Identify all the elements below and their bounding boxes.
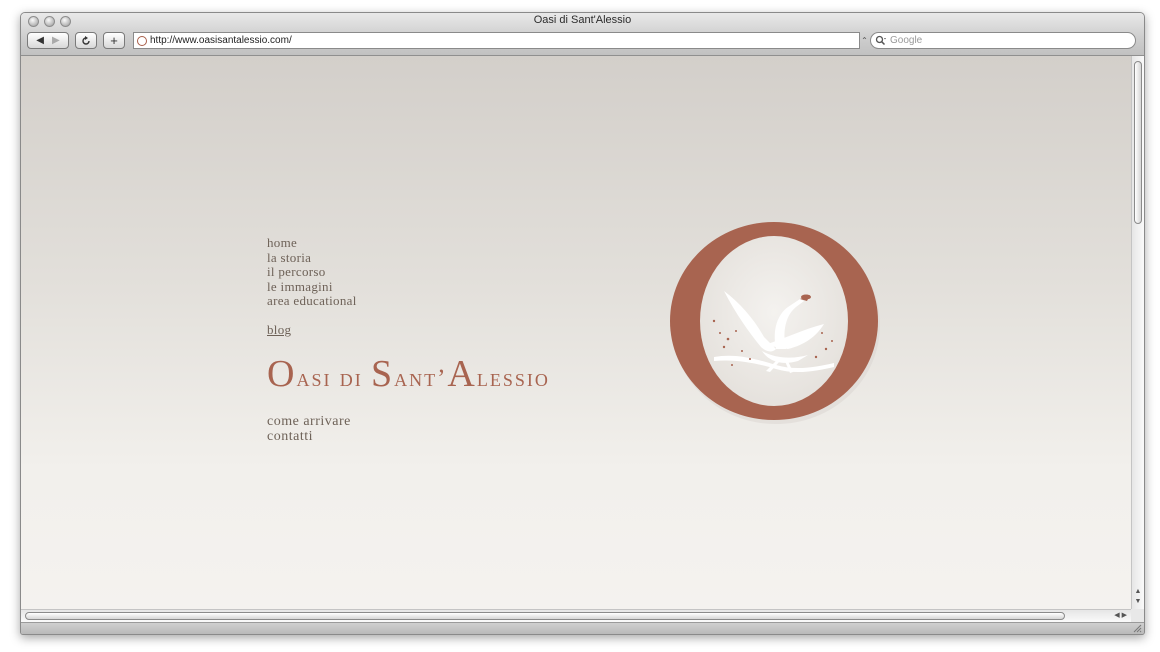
plus-icon: + xyxy=(110,33,118,48)
site-title: Oasi di Sant’Alessio xyxy=(267,352,550,396)
scroll-up-icon[interactable]: ▲ xyxy=(1132,587,1144,597)
title-bar: Oasi di Sant'Alessio ◀ ▶ + http://www.oa… xyxy=(21,13,1144,56)
window-title: Oasi di Sant'Alessio xyxy=(533,14,632,26)
nav-link-le-immagini[interactable]: le immagini xyxy=(267,279,357,295)
horizontal-scroll-thumb[interactable] xyxy=(25,612,1065,620)
reload-button[interactable] xyxy=(75,32,97,49)
reload-icon xyxy=(82,35,90,45)
forward-arrow-icon[interactable]: ▶ xyxy=(52,35,60,46)
search-placeholder: Google xyxy=(890,35,923,46)
vertical-scrollbar[interactable]: ▲ ▼ xyxy=(1131,56,1144,609)
scroll-right-icon[interactable]: ▶ xyxy=(1122,612,1127,619)
back-arrow-icon[interactable]: ◀ xyxy=(36,35,44,46)
nav-link-come-arrivare[interactable]: come arrivare xyxy=(267,414,351,429)
status-bar xyxy=(21,622,1144,634)
scroll-down-icon[interactable]: ▼ xyxy=(1132,597,1144,607)
title-initial-o: O xyxy=(267,353,297,395)
oasi-logo xyxy=(666,219,882,424)
search-icon xyxy=(875,35,886,45)
main-navigation: home la storia il percorso le immagini a… xyxy=(267,235,357,309)
back-forward-button[interactable]: ◀ ▶ xyxy=(27,32,69,49)
scrollbar-corner xyxy=(1131,609,1144,622)
vertical-scroll-arrows[interactable]: ▲ ▼ xyxy=(1132,587,1144,607)
nav-link-la-storia[interactable]: la storia xyxy=(267,250,357,266)
scroll-left-icon[interactable]: ◀ xyxy=(1114,612,1119,619)
chevron-up-icon: ⌃ xyxy=(861,36,868,45)
site-favicon-icon xyxy=(137,35,147,46)
title-part-ant: ant’ xyxy=(394,365,448,392)
title-part-asi: asi di xyxy=(296,365,371,392)
nav-link-area-educational[interactable]: area educational xyxy=(267,293,357,309)
title-initial-s: S xyxy=(370,353,395,395)
add-bookmark-button[interactable]: + xyxy=(103,32,125,49)
title-part-lessio: lessio xyxy=(476,365,550,392)
nav-link-blog[interactable]: blog xyxy=(267,322,291,338)
title-initial-a: A xyxy=(447,353,477,395)
address-bar[interactable]: http://www.oasisantalessio.com/ xyxy=(133,32,860,49)
vertical-scroll-thumb[interactable] xyxy=(1134,61,1142,224)
page-content: home la storia il percorso le immagini a… xyxy=(21,56,1131,609)
horizontal-scroll-arrows[interactable]: ◀ ▶ xyxy=(1114,611,1127,619)
nav-link-home[interactable]: home xyxy=(267,235,357,251)
nav-link-contatti[interactable]: contatti xyxy=(267,429,351,444)
url-history-dropdown[interactable]: ⌃ xyxy=(860,32,869,49)
url-text[interactable]: http://www.oasisantalessio.com/ xyxy=(150,35,292,46)
horizontal-scrollbar[interactable]: ◀ ▶ xyxy=(21,609,1131,622)
search-field[interactable]: Google xyxy=(870,32,1136,49)
browser-window: Oasi di Sant'Alessio ◀ ▶ + http://www.oa… xyxy=(20,12,1145,635)
resize-grip-icon[interactable] xyxy=(1133,624,1142,633)
nav-link-il-percorso[interactable]: il percorso xyxy=(267,264,357,280)
heron-logo-icon xyxy=(670,222,880,424)
secondary-navigation: come arrivare contatti xyxy=(267,414,351,444)
